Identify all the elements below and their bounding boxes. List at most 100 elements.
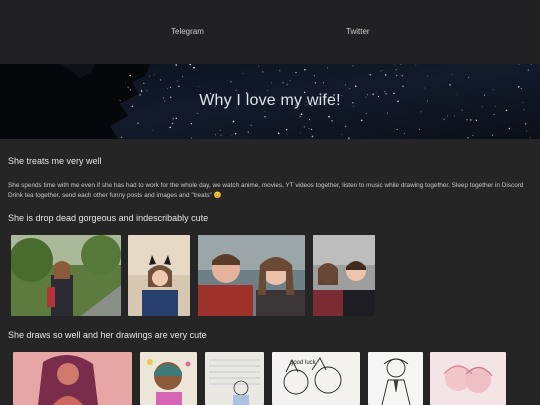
- star: [175, 117, 177, 119]
- star: [379, 71, 381, 72]
- drawing-notebook-sketch[interactable]: [205, 352, 264, 405]
- star: [453, 115, 455, 117]
- star: [250, 124, 252, 126]
- star: [295, 71, 297, 74]
- section-heading-gorgeous: She is drop dead gorgeous and indescriba…: [8, 213, 209, 223]
- drawing-good-luck-sketch[interactable]: good luck: [272, 352, 360, 405]
- star: [451, 73, 453, 75]
- star: [381, 69, 383, 72]
- star: [493, 113, 495, 115]
- star: [415, 64, 417, 66]
- star: [264, 116, 266, 118]
- star: [190, 66, 192, 68]
- star: [159, 79, 162, 81]
- star: [447, 115, 449, 117]
- star: [153, 74, 155, 76]
- hero-banner: Why I love my wife!: [0, 64, 540, 139]
- star: [129, 89, 132, 91]
- star: [527, 69, 530, 71]
- star: [127, 86, 129, 88]
- star: [472, 134, 474, 137]
- drawing-pink-couple[interactable]: [430, 352, 506, 405]
- star: [468, 76, 470, 78]
- star: [220, 134, 222, 136]
- star: [403, 133, 405, 135]
- star: [258, 65, 260, 67]
- star: [311, 135, 314, 138]
- photo-couple-selfie[interactable]: [198, 235, 305, 316]
- star: [169, 86, 171, 88]
- star: [152, 129, 153, 131]
- star: [349, 88, 351, 90]
- star: [146, 90, 148, 92]
- star: [242, 72, 244, 74]
- star: [308, 128, 310, 130]
- drawing-suit-sketch[interactable]: [368, 352, 423, 405]
- star: [328, 115, 330, 118]
- star: [395, 74, 398, 77]
- star: [419, 128, 421, 130]
- photo-couple-elevator[interactable]: [313, 235, 375, 316]
- photo-park[interactable]: [11, 235, 121, 316]
- star: [286, 83, 288, 85]
- section-heading-treats: She treats me very well: [8, 156, 102, 166]
- star: [327, 67, 328, 69]
- nav-link-telegram[interactable]: Telegram: [171, 27, 204, 36]
- star: [529, 137, 531, 139]
- star: [355, 85, 357, 87]
- star: [341, 134, 343, 136]
- star: [387, 112, 388, 114]
- star: [309, 118, 311, 120]
- star: [526, 130, 528, 132]
- drawing-colorful-girl[interactable]: [140, 352, 197, 405]
- star: [524, 123, 527, 125]
- star: [178, 85, 180, 87]
- star: [190, 123, 193, 125]
- star: [264, 110, 266, 112]
- star: [420, 111, 422, 113]
- hero-title: Why I love my wife!: [199, 92, 341, 109]
- star: [470, 119, 472, 121]
- star: [313, 75, 315, 77]
- star: [231, 135, 233, 136]
- star: [395, 129, 397, 130]
- star: [230, 81, 232, 83]
- star: [394, 64, 396, 65]
- star: [286, 85, 288, 86]
- star: [176, 80, 178, 82]
- star: [491, 134, 494, 136]
- star: [196, 112, 198, 114]
- nav-link-twitter[interactable]: Twitter: [346, 27, 370, 36]
- star: [232, 120, 235, 123]
- star: [125, 82, 126, 83]
- star: [401, 75, 403, 77]
- star: [282, 82, 284, 84]
- star: [520, 87, 522, 89]
- drawing-long-hair[interactable]: [13, 352, 132, 405]
- star: [492, 89, 494, 91]
- top-nav: Telegram Twitter: [0, 0, 540, 64]
- star: [314, 82, 317, 84]
- star: [169, 126, 171, 129]
- star: [396, 128, 398, 130]
- star: [137, 122, 139, 124]
- photo-cat-ears[interactable]: [128, 235, 190, 316]
- star: [303, 126, 305, 128]
- star: [348, 137, 350, 139]
- star: [197, 86, 199, 88]
- star: [279, 70, 281, 72]
- star: [143, 82, 145, 84]
- star: [171, 122, 174, 125]
- star: [166, 88, 168, 89]
- star: [395, 69, 397, 71]
- star: [443, 118, 445, 120]
- star: [323, 82, 325, 84]
- star: [449, 84, 451, 86]
- star: [508, 127, 511, 130]
- star: [344, 125, 347, 128]
- star: [175, 64, 177, 66]
- star: [467, 137, 469, 139]
- star: [427, 75, 429, 77]
- star: [140, 89, 142, 91]
- star: [369, 74, 371, 76]
